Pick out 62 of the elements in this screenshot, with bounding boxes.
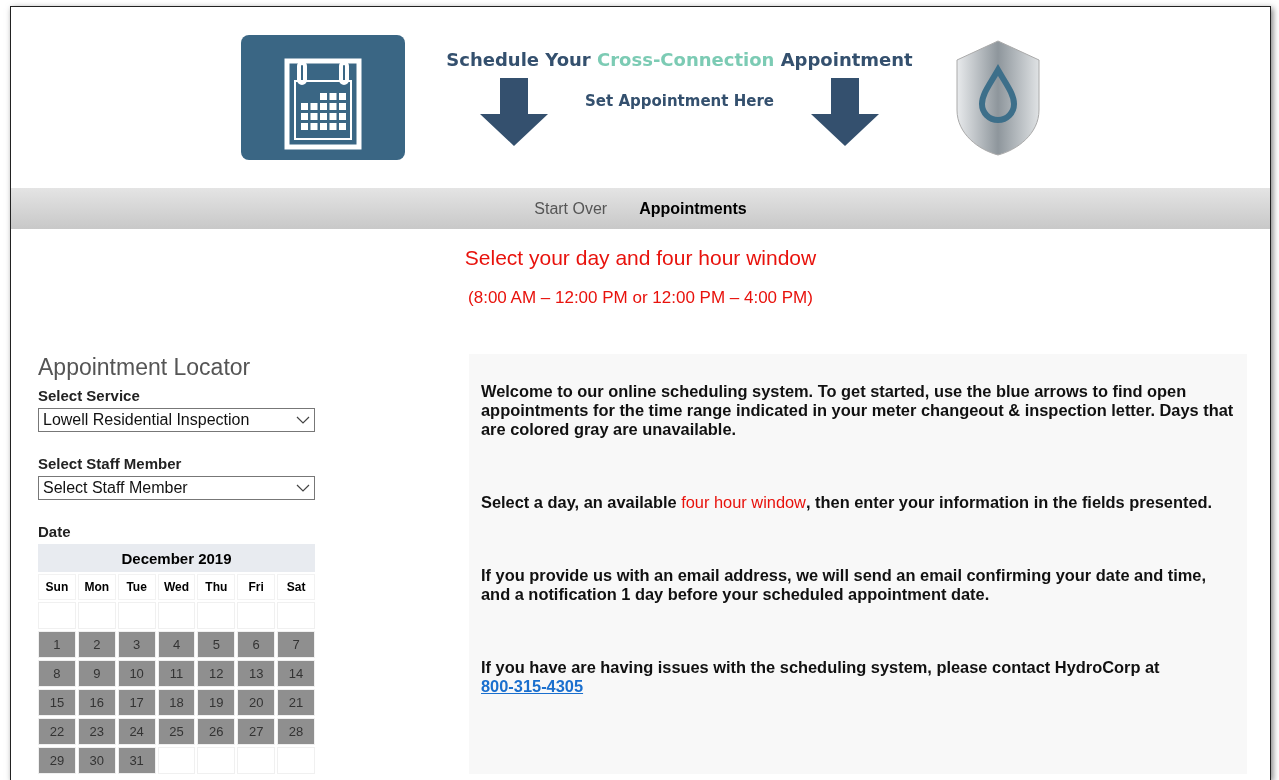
calendar-day: 26 (197, 718, 236, 745)
weekday-header: Sat (277, 574, 315, 600)
calendar-day: 24 (117, 718, 156, 745)
calendar-day: 29 (38, 747, 76, 774)
weekday-header: Sun (38, 574, 76, 600)
banner-subtitle: Set Appointment Here (585, 92, 774, 110)
chevron-down-icon (296, 416, 310, 424)
calendar-day: 22 (38, 718, 76, 745)
calendar-day: 14 (277, 660, 315, 687)
banner-title: Schedule Your Cross-Connection Appointment (446, 49, 913, 70)
calendar-day: 4 (157, 631, 196, 658)
calendar-day: 2 (77, 631, 116, 658)
calendar-day: 8 (38, 660, 76, 687)
calendar-day: 12 (197, 660, 236, 687)
locator-title: Appointment Locator (38, 354, 252, 381)
calendar-month: December 2019 (38, 544, 315, 572)
hours-note: (8:00 AM – 12:00 PM or 12:00 PM – 4:00 PM) (468, 288, 813, 308)
calendar-day: 28 (277, 718, 315, 745)
calendar-day: 19 (197, 689, 236, 716)
calendar-day: 17 (117, 689, 156, 716)
weekday-header: Wed (157, 574, 196, 600)
field-label: Select Service (38, 387, 141, 404)
calendar-icon (240, 35, 405, 160)
info-paragraph: If you have are having issues with the scheduling system, please contact HydroCorp at 800-315-4305 (481, 658, 1161, 696)
weekday-header: Thu (197, 574, 236, 600)
calendar-day: 15 (38, 689, 76, 716)
info-paragraph: If you provide us with an email address, we will send an email confirming your date and time, and a notification 1 day before your scheduled appointment date. (481, 566, 1207, 604)
staff-select[interactable]: Select Staff Member (38, 476, 315, 500)
calendar-day: 23 (77, 718, 116, 745)
field-label: Select Staff Member (38, 455, 183, 472)
calendar-day: 13 (237, 660, 276, 687)
service-select[interactable]: Lowell Residential Inspection (38, 408, 315, 432)
info-paragraph: Select a day, an available four hour window, then enter your information in the fields presented. (481, 493, 1214, 512)
down-arrow-icon (479, 78, 548, 146)
calendar-day: 16 (77, 689, 116, 716)
calendar-day: 7 (277, 631, 315, 658)
calendar-day: 21 (277, 689, 315, 716)
calendar-day: 6 (237, 631, 276, 658)
down-arrow-icon (811, 78, 880, 146)
weekday-header: Mon (77, 574, 116, 600)
calendar-day: 20 (237, 689, 276, 716)
info-paragraph: Welcome to our online scheduling system. To get started, use the blue arrows to find open appointments for the time range indicated in your meter changeout & inspection letter. Days that are colored gray are unavailable. (481, 382, 1235, 439)
nav-link[interactable]: Start Over (534, 199, 608, 218)
calendar-day: 11 (157, 660, 196, 687)
calendar-day: 1 (38, 631, 76, 658)
calendar-day: 27 (237, 718, 276, 745)
phone-link[interactable]: 800-315-4305 (481, 677, 584, 695)
nav-link[interactable]: Appointments (639, 199, 747, 218)
calendar-day: 25 (157, 718, 196, 745)
chevron-down-icon (296, 484, 310, 492)
calendar-day: 9 (77, 660, 116, 687)
calendar-day: 31 (117, 747, 156, 774)
field-label: Date (38, 523, 72, 540)
calendar-day: 10 (117, 660, 156, 687)
calendar-day: 18 (157, 689, 196, 716)
weekday-header: Tue (117, 574, 156, 600)
water-drop-shield-icon (954, 39, 1041, 156)
calendar-day: 30 (77, 747, 116, 774)
calendar-day: 5 (197, 631, 236, 658)
weekday-header: Fri (237, 574, 276, 600)
calendar-day: 3 (117, 631, 156, 658)
instructions-heading: Select your day and four hour window (464, 246, 817, 270)
